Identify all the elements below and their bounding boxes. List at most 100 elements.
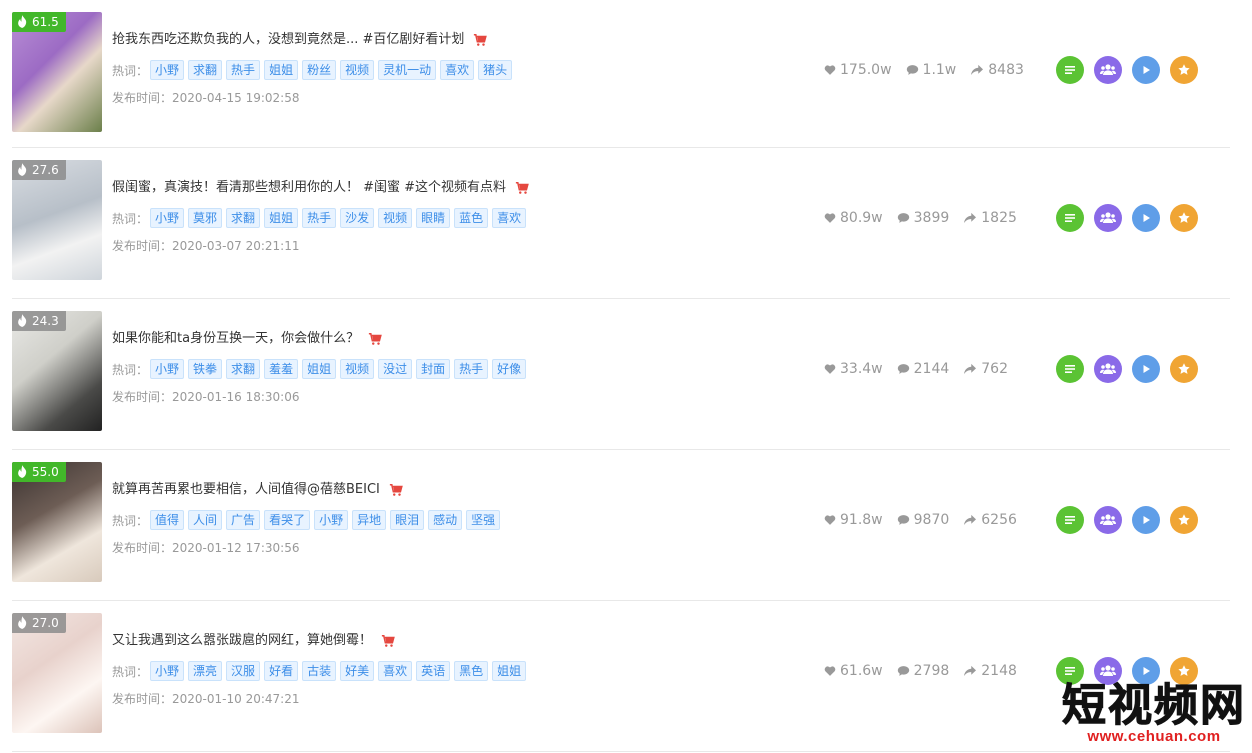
video-thumbnail[interactable]: 55.0 bbox=[12, 462, 102, 582]
cart-icon[interactable] bbox=[368, 332, 382, 346]
hot-word-tag[interactable]: 好看 bbox=[264, 661, 299, 681]
hot-word-tag[interactable]: 铁拳 bbox=[188, 359, 223, 379]
likes-count: 33.4w bbox=[840, 361, 883, 377]
play-button[interactable] bbox=[1132, 355, 1160, 383]
cart-icon[interactable] bbox=[389, 483, 403, 497]
hot-word-tag[interactable]: 小野 bbox=[150, 60, 185, 80]
video-title-row[interactable]: 抢我东西吃还欺负我的人，没想到竟然是... #百亿剧好看计划 bbox=[112, 30, 752, 50]
hot-word-tag[interactable]: 封面 bbox=[416, 359, 451, 379]
flame-icon bbox=[17, 14, 28, 30]
hot-word-tag[interactable]: 莫邪 bbox=[188, 208, 223, 228]
hot-word-tag[interactable]: 值得 bbox=[150, 510, 185, 530]
hot-word-tag[interactable]: 姐姐 bbox=[492, 661, 527, 681]
hot-word-tag[interactable]: 姐姐 bbox=[264, 208, 299, 228]
comment-icon bbox=[897, 363, 914, 375]
play-button[interactable] bbox=[1132, 56, 1160, 84]
favorite-button[interactable] bbox=[1170, 355, 1198, 383]
hot-word-tag[interactable]: 喜欢 bbox=[378, 661, 413, 681]
video-thumbnail[interactable]: 61.5 bbox=[12, 12, 102, 132]
hot-word-tag[interactable]: 热手 bbox=[302, 208, 337, 228]
detail-list-button[interactable] bbox=[1056, 355, 1084, 383]
hot-word-tag[interactable]: 姐姐 bbox=[264, 60, 299, 80]
shares-stat: 1825 bbox=[963, 210, 1017, 226]
hot-word-tag[interactable]: 小野 bbox=[150, 208, 185, 228]
hot-word-tag[interactable]: 猪头 bbox=[478, 60, 513, 80]
hot-word-tag[interactable]: 姐姐 bbox=[302, 359, 337, 379]
hot-word-tag[interactable]: 小野 bbox=[314, 510, 349, 530]
hot-word-tag[interactable]: 视频 bbox=[378, 208, 413, 228]
share-arrow-icon bbox=[963, 514, 981, 526]
video-title[interactable]: 抢我东西吃还欺负我的人，没想到竟然是... #百亿剧好看计划 bbox=[112, 30, 464, 50]
hot-word-tag[interactable]: 小野 bbox=[150, 359, 185, 379]
hot-word-tag[interactable]: 没过 bbox=[378, 359, 413, 379]
hot-word-tag[interactable]: 喜欢 bbox=[492, 208, 527, 228]
hot-word-tag[interactable]: 视频 bbox=[340, 359, 375, 379]
shares-stat: 8483 bbox=[970, 62, 1024, 78]
hot-word-tag[interactable]: 好像 bbox=[492, 359, 527, 379]
hot-word-tag[interactable]: 眼睛 bbox=[416, 208, 451, 228]
video-title-row[interactable]: 假闺蜜，真演技！看清那些想利用你的人！ #闺蜜 #这个视频有点料 bbox=[112, 178, 752, 198]
video-title[interactable]: 如果你能和ta身份互换一天，你会做什么？ bbox=[112, 329, 359, 349]
favorite-button[interactable] bbox=[1170, 56, 1198, 84]
shares-count: 1825 bbox=[981, 210, 1017, 226]
play-button[interactable] bbox=[1132, 204, 1160, 232]
hot-word-tag[interactable]: 眼泪 bbox=[390, 510, 425, 530]
hot-word-tag[interactable]: 粉丝 bbox=[302, 60, 337, 80]
fans-button[interactable] bbox=[1094, 204, 1122, 232]
hot-word-tag[interactable]: 英语 bbox=[416, 661, 451, 681]
hot-word-tag[interactable]: 汉服 bbox=[226, 661, 261, 681]
hot-word-tag[interactable]: 感动 bbox=[428, 510, 463, 530]
video-thumbnail[interactable]: 24.3 bbox=[12, 311, 102, 431]
hot-word-tag[interactable]: 求翻 bbox=[226, 359, 261, 379]
heart-icon bbox=[824, 64, 840, 76]
hot-word-tag[interactable]: 求翻 bbox=[226, 208, 261, 228]
hot-word-tag[interactable]: 求翻 bbox=[188, 60, 223, 80]
video-title[interactable]: 又让我遇到这么嚣张跋扈的网红，算她倒霉！ bbox=[112, 631, 372, 651]
detail-list-icon bbox=[1063, 513, 1077, 527]
favorite-button[interactable] bbox=[1170, 506, 1198, 534]
hot-word-tag[interactable]: 坚强 bbox=[466, 510, 501, 530]
video-title-row[interactable]: 又让我遇到这么嚣张跋扈的网红，算她倒霉！ bbox=[112, 631, 752, 651]
heat-score: 61.5 bbox=[32, 15, 59, 29]
favorite-button[interactable] bbox=[1170, 204, 1198, 232]
hot-word-tag[interactable]: 异地 bbox=[352, 510, 387, 530]
hot-word-tag[interactable]: 古装 bbox=[302, 661, 337, 681]
cart-icon[interactable] bbox=[515, 181, 529, 195]
hot-word-tag[interactable]: 沙发 bbox=[340, 208, 375, 228]
hot-word-tag[interactable]: 热手 bbox=[454, 359, 489, 379]
detail-list-button[interactable] bbox=[1056, 204, 1084, 232]
video-title[interactable]: 就算再苦再累也要相信，人间值得@蓓慈BEICI bbox=[112, 480, 380, 500]
cart-icon[interactable] bbox=[473, 33, 488, 47]
play-button[interactable] bbox=[1132, 506, 1160, 534]
hot-word-tag[interactable]: 灵机一动 bbox=[378, 60, 437, 80]
comments-stat: 9870 bbox=[897, 512, 949, 528]
hot-word-tag[interactable]: 漂亮 bbox=[188, 661, 223, 681]
hot-word-tag[interactable]: 看哭了 bbox=[264, 510, 311, 530]
heat-badge: 55.0 bbox=[12, 462, 66, 482]
fans-button[interactable] bbox=[1094, 56, 1122, 84]
hot-word-tag[interactable]: 好美 bbox=[340, 661, 375, 681]
video-title-row[interactable]: 就算再苦再累也要相信，人间值得@蓓慈BEICI bbox=[112, 480, 752, 500]
video-title-row[interactable]: 如果你能和ta身份互换一天，你会做什么？ bbox=[112, 329, 752, 349]
detail-list-button[interactable] bbox=[1056, 506, 1084, 534]
hot-word-tag[interactable]: 小野 bbox=[150, 661, 185, 681]
hot-word-tag[interactable]: 羞羞 bbox=[264, 359, 299, 379]
hot-word-tag[interactable]: 人间 bbox=[188, 510, 223, 530]
hot-word-tag[interactable]: 视频 bbox=[340, 60, 375, 80]
fans-button[interactable] bbox=[1094, 506, 1122, 534]
hot-word-tag[interactable]: 广告 bbox=[226, 510, 261, 530]
hot-word-tag[interactable]: 黑色 bbox=[454, 661, 489, 681]
fans-button[interactable] bbox=[1094, 355, 1122, 383]
detail-list-button[interactable] bbox=[1056, 56, 1084, 84]
video-stats: 91.8w 9870 6256 bbox=[824, 512, 1031, 528]
video-title[interactable]: 假闺蜜，真演技！看清那些想利用你的人！ #闺蜜 #这个视频有点料 bbox=[112, 178, 506, 198]
hot-word-tag[interactable]: 喜欢 bbox=[440, 60, 475, 80]
hot-word-tag[interactable]: 蓝色 bbox=[454, 208, 489, 228]
hot-word-tag[interactable]: 热手 bbox=[226, 60, 261, 80]
video-thumbnail[interactable]: 27.6 bbox=[12, 160, 102, 280]
publish-time: 发布时间：2020-01-12 17:30:56 bbox=[112, 539, 752, 556]
cart-icon[interactable] bbox=[381, 634, 395, 648]
likes-stat: 91.8w bbox=[824, 512, 883, 528]
video-thumbnail[interactable]: 27.0 bbox=[12, 613, 102, 733]
shares-stat: 6256 bbox=[963, 512, 1017, 528]
